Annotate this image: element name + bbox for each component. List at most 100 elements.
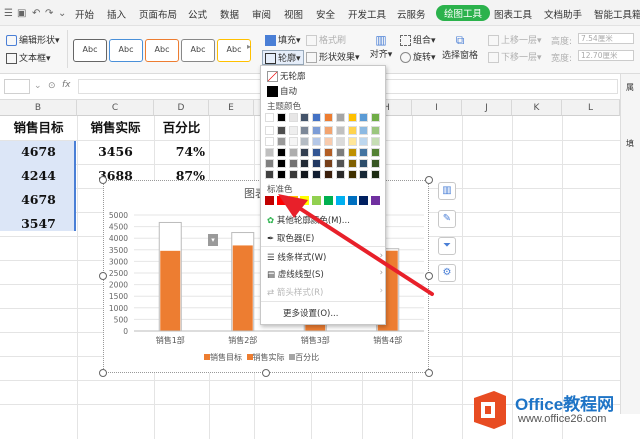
shape-style-2[interactable]: Abc bbox=[109, 39, 143, 62]
col-header-E[interactable]: E bbox=[209, 100, 254, 116]
theme-color-swatch[interactable] bbox=[359, 113, 369, 122]
table-cell[interactable]: 4678 bbox=[0, 188, 77, 212]
theme-color-swatch[interactable] bbox=[347, 148, 357, 157]
tab-drawing-tools[interactable]: 绘图工具 bbox=[436, 5, 491, 21]
theme-color-swatch[interactable] bbox=[347, 159, 357, 168]
theme-color-swatch[interactable] bbox=[276, 137, 286, 146]
theme-color-swatch[interactable] bbox=[276, 126, 286, 135]
table-cell[interactable]: 4678 bbox=[0, 140, 77, 164]
theme-color-swatch[interactable] bbox=[371, 170, 381, 179]
theme-color-swatch[interactable] bbox=[312, 170, 322, 179]
theme-color-swatch[interactable] bbox=[324, 170, 333, 179]
theme-color-swatch[interactable] bbox=[288, 126, 298, 135]
theme-color-swatch[interactable] bbox=[347, 137, 357, 146]
text-box-button[interactable]: 文本框▾ bbox=[6, 51, 51, 64]
tab-data[interactable]: 数据 bbox=[220, 7, 239, 21]
theme-color-swatch[interactable] bbox=[300, 113, 310, 122]
resize-handle[interactable] bbox=[99, 176, 107, 184]
tab-page-layout[interactable]: 页面布局 bbox=[139, 7, 177, 21]
styles-more-icon[interactable]: ▸ bbox=[247, 42, 251, 51]
theme-color-swatch[interactable] bbox=[324, 159, 333, 168]
redo-icon[interactable]: ↷ bbox=[45, 8, 53, 19]
tab-insert[interactable]: 插入 bbox=[107, 7, 126, 21]
app-menu-icon[interactable]: ☰ bbox=[4, 8, 13, 19]
theme-color-swatch[interactable] bbox=[335, 170, 345, 179]
col-header-B[interactable]: B bbox=[0, 100, 77, 116]
theme-color-swatch[interactable] bbox=[347, 126, 357, 135]
theme-color-swatch[interactable] bbox=[371, 159, 381, 168]
theme-color-swatch[interactable] bbox=[347, 113, 357, 122]
menu-item-auto[interactable]: 自动 bbox=[267, 85, 297, 97]
theme-color-swatch[interactable] bbox=[276, 159, 286, 168]
table-cell[interactable]: 3547 bbox=[0, 212, 77, 236]
outline-button[interactable]: 轮廓▾ bbox=[262, 50, 304, 65]
theme-color-swatch[interactable] bbox=[300, 148, 310, 157]
theme-color-swatch[interactable] bbox=[300, 126, 310, 135]
theme-color-swatch[interactable] bbox=[265, 170, 274, 179]
resize-handle[interactable] bbox=[425, 176, 433, 184]
theme-color-swatch[interactable] bbox=[324, 137, 333, 146]
theme-color-swatch[interactable] bbox=[265, 148, 274, 157]
theme-color-swatch[interactable] bbox=[335, 113, 345, 122]
tab-doc-assistant[interactable]: 文档助手 bbox=[544, 7, 582, 21]
col-header-C[interactable]: C bbox=[77, 100, 154, 116]
fx-icon[interactable]: fx bbox=[62, 80, 71, 90]
theme-color-swatch[interactable] bbox=[288, 137, 298, 146]
theme-color-swatch[interactable] bbox=[371, 113, 381, 122]
chevron-down-icon[interactable]: ⌄ bbox=[58, 8, 66, 19]
col-header-L[interactable]: L bbox=[562, 100, 620, 116]
theme-color-swatch[interactable] bbox=[288, 170, 298, 179]
resize-handle[interactable] bbox=[99, 272, 107, 280]
bring-forward-button[interactable]: 上移一层▾ bbox=[488, 33, 542, 46]
theme-color-swatch[interactable] bbox=[288, 148, 298, 157]
theme-color-swatch[interactable] bbox=[359, 159, 369, 168]
theme-color-swatch[interactable] bbox=[335, 137, 345, 146]
fill-button[interactable]: 填充▾ bbox=[265, 33, 301, 46]
theme-color-swatch[interactable] bbox=[276, 170, 286, 179]
resize-handle[interactable] bbox=[425, 369, 433, 377]
chart-style-brush-icon[interactable]: ✎ bbox=[438, 210, 456, 228]
theme-color-swatch[interactable] bbox=[371, 148, 381, 157]
theme-color-swatch[interactable] bbox=[265, 126, 274, 135]
theme-color-swatch[interactable] bbox=[324, 113, 333, 122]
chart-settings-gear-icon[interactable]: ⚙ bbox=[438, 264, 456, 282]
align-button[interactable]: ▥ 对齐▾ bbox=[368, 33, 394, 60]
theme-color-swatch[interactable] bbox=[312, 126, 322, 135]
theme-color-swatch[interactable] bbox=[265, 159, 274, 168]
theme-color-swatch[interactable] bbox=[347, 170, 357, 179]
cell-header-target[interactable]: 销售目标 bbox=[0, 116, 77, 140]
theme-color-swatch[interactable] bbox=[276, 113, 286, 122]
col-header-D[interactable]: D bbox=[154, 100, 209, 116]
theme-color-swatch[interactable] bbox=[300, 137, 310, 146]
save-icon[interactable]: ▣ bbox=[17, 8, 26, 19]
tab-smart-toolbox[interactable]: 智能工具箱 bbox=[594, 7, 640, 21]
table-cell[interactable]: 74% bbox=[154, 140, 209, 164]
format-painter-button[interactable]: 格式刷 bbox=[306, 33, 346, 46]
menu-item-no-outline[interactable]: 无轮廓 bbox=[267, 70, 306, 82]
group-button[interactable]: 组合▾ bbox=[400, 33, 436, 46]
shape-style-4[interactable]: Abc bbox=[181, 39, 215, 62]
theme-color-swatch[interactable] bbox=[335, 159, 345, 168]
theme-color-swatch[interactable] bbox=[324, 148, 333, 157]
theme-color-swatch[interactable] bbox=[265, 137, 274, 146]
theme-color-swatch[interactable] bbox=[359, 148, 369, 157]
table-cell[interactable]: 4244 bbox=[0, 164, 77, 188]
rotate-button[interactable]: 旋转▾ bbox=[400, 50, 436, 63]
edit-shape-button[interactable]: 编辑形状▾ bbox=[6, 33, 60, 46]
undo-icon[interactable]: ↶ bbox=[32, 8, 40, 19]
tab-cloud[interactable]: 云服务 bbox=[397, 7, 426, 21]
cell-header-actual[interactable]: 销售实际 bbox=[77, 116, 154, 140]
tab-security[interactable]: 安全 bbox=[316, 7, 335, 21]
theme-color-swatch[interactable] bbox=[371, 126, 381, 135]
cell-header-percent[interactable]: 百分比 bbox=[154, 116, 209, 140]
zoom-icon[interactable]: ⊙ bbox=[48, 81, 56, 91]
shape-effects-button[interactable]: 形状效果▾ bbox=[306, 50, 360, 63]
theme-color-swatch[interactable] bbox=[335, 148, 345, 157]
theme-color-swatch[interactable] bbox=[312, 148, 322, 157]
col-header-J[interactable]: J bbox=[462, 100, 512, 116]
col-header-K[interactable]: K bbox=[512, 100, 562, 116]
height-field[interactable]: 7.54厘米 bbox=[578, 33, 634, 44]
theme-color-swatch[interactable] bbox=[359, 170, 369, 179]
send-backward-button[interactable]: 下移一层▾ bbox=[488, 50, 542, 63]
theme-color-swatch[interactable] bbox=[312, 159, 322, 168]
